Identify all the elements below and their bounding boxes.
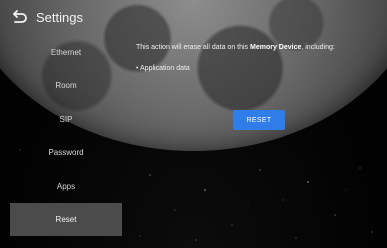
erase-warning-message: This action will erase all data on this … — [136, 44, 335, 51]
sidebar-item-label: Apps — [56, 182, 76, 191]
sidebar-item-label: Room — [55, 81, 77, 90]
header-bar: Settings — [0, 0, 387, 36]
sidebar-item-reset[interactable]: Reset — [10, 203, 122, 236]
sidebar-item-password[interactable]: Password — [10, 136, 122, 169]
sidebar-item-apps[interactable]: Apps — [10, 170, 122, 203]
sidebar-item-label: Password — [48, 148, 84, 157]
sidebar-item-label: SIP — [59, 115, 73, 124]
sidebar-item-ethernet[interactable]: Ethernet — [10, 36, 122, 69]
reset-button[interactable]: RESET — [233, 110, 285, 130]
sidebar-item-label: Reset — [55, 215, 77, 224]
memory-device-emphasis: Memory Device — [250, 44, 302, 51]
bullet-application-data: • Application data — [136, 65, 190, 72]
settings-sidebar: Ethernet Room SIP Password Apps Reset — [0, 36, 132, 248]
warning-text: This action will erase all data on this — [136, 44, 250, 51]
sidebar-item-label: Ethernet — [50, 48, 82, 57]
page-title: Settings — [36, 10, 83, 25]
warning-text-suffix: , including: — [301, 44, 335, 51]
sidebar-item-sip[interactable]: SIP — [10, 103, 122, 136]
back-arrow-icon[interactable] — [10, 10, 28, 26]
sidebar-item-room[interactable]: Room — [10, 69, 122, 102]
